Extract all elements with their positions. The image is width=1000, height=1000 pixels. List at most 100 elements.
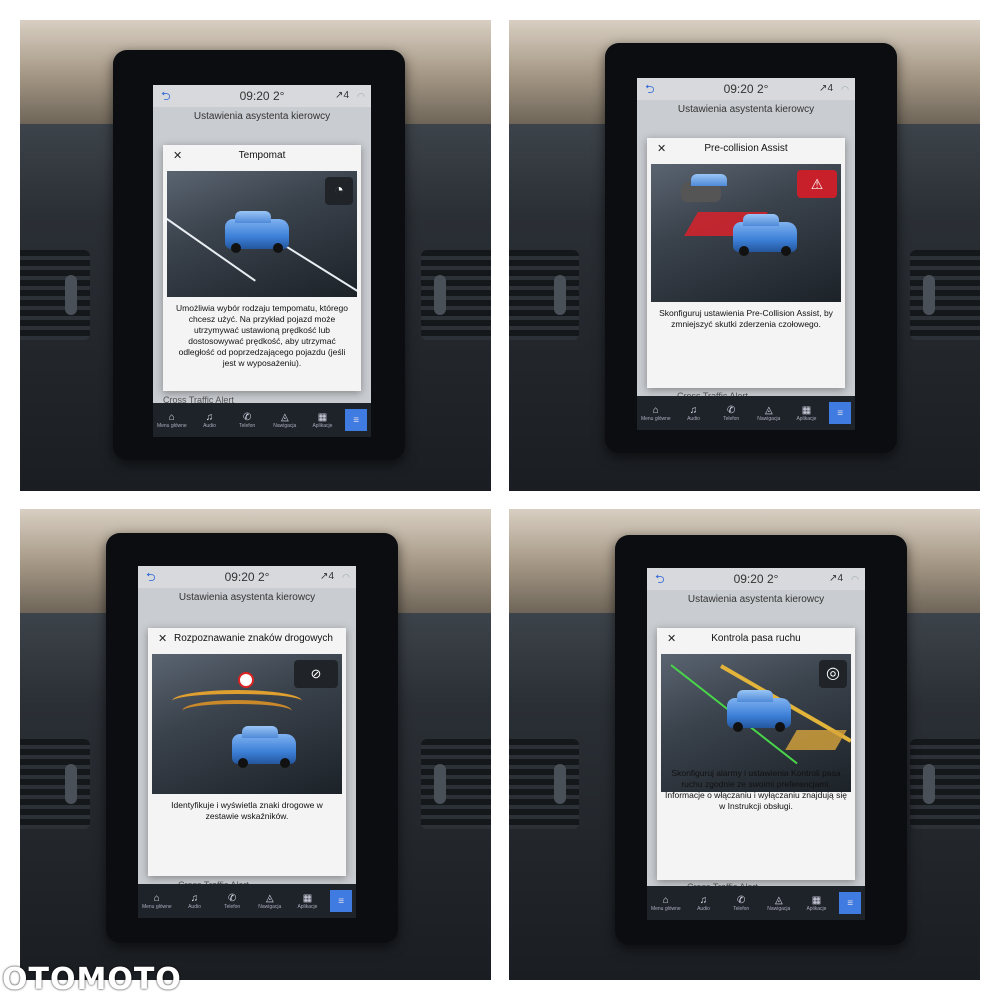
dialog-description: Skonfiguruj ustawienia Pre-Collision Ass… <box>659 308 833 329</box>
phone-icon: ✆ <box>736 894 746 906</box>
nav-audio[interactable]: ♫ Audio <box>688 895 718 912</box>
apps-grid-icon: ▦ <box>317 411 328 423</box>
nav-home[interactable]: ⌂ Menu główne <box>651 895 681 912</box>
nav-home[interactable]: ⌂ Menu główne <box>142 893 172 910</box>
signal-icon: ↗4 <box>335 90 349 101</box>
nav-apps[interactable]: ▦ Aplikacje <box>801 895 831 912</box>
home-icon: ⌂ <box>153 892 160 904</box>
nav-audio[interactable]: ♫ Audio <box>179 893 209 910</box>
dialog-header: ✕ Rozpoznawanie znaków drogowych <box>148 628 346 650</box>
page-title: Ustawienia asystenta kierowcy <box>193 111 331 122</box>
dialog-header: ✕ Tempomat <box>163 145 361 167</box>
signal-icon: ↗4 <box>819 83 833 94</box>
nav-audio[interactable]: ♫ Audio <box>194 412 224 429</box>
photo-panel-cruise-control: ⮌ 09:20 2° ↗4 ◠ Ustawienia asystenta kie… <box>20 20 491 491</box>
collision-warning-icon: ⚠ <box>797 170 837 198</box>
page-title: Ustawienia asystenta kierowcy <box>687 594 825 605</box>
menu-icon: ≡ <box>847 897 854 909</box>
nav-apps[interactable]: ▦ Aplikacje <box>307 412 337 429</box>
vehicle-image <box>225 211 289 253</box>
close-icon[interactable]: ✕ <box>657 138 666 160</box>
nav-phone[interactable]: ✆ Telefon <box>232 412 262 429</box>
wifi-icon: ◠ <box>357 91 365 101</box>
dialog-title: Kontrola pasa ruchu <box>711 633 801 644</box>
nav-navigation[interactable]: ◬ Nawigacja <box>754 405 784 422</box>
back-icon[interactable]: ⮌ <box>146 566 156 588</box>
temperature: 2° <box>257 570 270 584</box>
menu-button[interactable]: ≡ <box>330 890 353 912</box>
photo-panel-pre-collision: ⮌ 09:20 2° ↗4 ◠ Ustawienia asystenta kie… <box>509 20 980 491</box>
speedometer-icon: ◔ <box>325 177 353 205</box>
vent-knob <box>65 764 77 804</box>
home-icon: ⌂ <box>662 894 669 906</box>
clock: 09:20 <box>239 89 270 103</box>
menu-button[interactable]: ≡ <box>839 892 862 914</box>
nav-apps[interactable]: ▦ Aplikacje <box>292 893 322 910</box>
bottom-nav: ⌂ Menu główne ♫ Audio ✆ Telefon ◬ Nawigacja … <box>647 886 865 920</box>
vent-knob <box>923 764 935 804</box>
vehicle-image <box>733 214 797 256</box>
back-icon[interactable]: ⮌ <box>645 78 655 100</box>
vent-knob <box>923 275 935 315</box>
menu-icon: ≡ <box>353 414 360 426</box>
nav-phone[interactable]: ✆ Telefon <box>726 895 756 912</box>
vent-knob <box>434 764 446 804</box>
navigation-icon: ◬ <box>280 411 289 423</box>
infotainment-screen: ⮌ 09:20 2° ↗4 ◠ Ustawienia asystenta kie… <box>647 568 865 920</box>
bottom-nav: ⌂ Menu główne ♫ Audio ✆ Telefon ◬ Nawigacja … <box>637 396 855 430</box>
nav-audio[interactable]: ♫ Audio <box>678 405 708 422</box>
vent-knob <box>554 764 566 804</box>
wifi-icon: ◠ <box>851 574 859 584</box>
infotainment-screen: ⮌ 09:20 2° ↗4 ◠ Ustawienia asystenta kie… <box>138 566 356 918</box>
vent-knob <box>434 275 446 315</box>
dialog-title: Tempomat <box>238 150 286 161</box>
temperature: 2° <box>272 89 285 103</box>
temperature: 2° <box>756 82 769 96</box>
nav-navigation[interactable]: ◬ Nawigacja <box>764 895 794 912</box>
vehicle-image <box>727 690 791 732</box>
music-icon: ♫ <box>699 894 708 906</box>
music-icon: ♫ <box>205 411 214 423</box>
air-vent-right <box>910 739 980 829</box>
photo-panel-traffic-sign-recognition: ⮌ 09:20 2° ↗4 ◠ Ustawienia asystenta kie… <box>20 509 491 980</box>
info-dialog: ✕ Pre-collision Assist ⚠ Skonfiguruj ust… <box>647 138 845 388</box>
status-bar: ⮌ 09:20 2° ↗4 ◠ <box>637 78 855 100</box>
music-icon: ♫ <box>190 892 199 904</box>
menu-icon: ≡ <box>338 895 345 907</box>
nav-navigation[interactable]: ◬ Nawigacja <box>270 412 300 429</box>
status-bar: ⮌ 09:20 2° ↗4 ◠ <box>647 568 865 590</box>
infotainment-screen: ⮌ 09:20 2° ↗4 ◠ Ustawienia asystenta kie… <box>637 78 855 430</box>
back-icon[interactable]: ⮌ <box>161 85 171 107</box>
navigation-icon: ◬ <box>774 894 783 906</box>
close-icon[interactable]: ✕ <box>667 628 676 650</box>
dialog-description: Identyfikuje i wyświetla znaki drogowe w… <box>171 800 323 821</box>
air-vent-left <box>509 739 579 829</box>
close-icon[interactable]: ✕ <box>158 628 167 650</box>
home-icon: ⌂ <box>168 411 175 423</box>
signal-icon: ↗4 <box>829 573 843 584</box>
wifi-icon: ◠ <box>841 84 849 94</box>
wifi-icon: ◠ <box>342 572 350 582</box>
menu-button[interactable]: ≡ <box>345 409 368 431</box>
menu-button[interactable]: ≡ <box>829 402 852 424</box>
speed-sign <box>238 672 254 688</box>
nav-phone[interactable]: ✆ Telefon <box>217 893 247 910</box>
clock: 09:20 <box>723 82 754 96</box>
nav-home[interactable]: ⌂ Menu główne <box>157 412 187 429</box>
nav-phone[interactable]: ✆ Telefon <box>716 405 746 422</box>
air-vent-right <box>421 250 491 340</box>
dialog-description: Umożliwia wybór rodzaju tempomatu, które… <box>176 303 348 368</box>
info-dialog: ✕ Kontrola pasa ruchu ◎ Skonfiguruj alar… <box>657 628 855 880</box>
nav-navigation[interactable]: ◬ Nawigacja <box>255 893 285 910</box>
nav-apps[interactable]: ▦ Aplikacje <box>791 405 821 422</box>
feature-illustration: ◔ <box>167 171 357 297</box>
back-icon[interactable]: ⮌ <box>655 568 665 590</box>
temperature: 2° <box>766 572 779 586</box>
air-vent-left <box>20 250 90 340</box>
speed-sign-icon: ⊘ <box>294 660 338 688</box>
nav-home[interactable]: ⌂ Menu główne <box>641 405 671 422</box>
close-icon[interactable]: ✕ <box>173 145 182 167</box>
feature-illustration: ⚠ <box>651 164 841 302</box>
status-bar: ⮌ 09:20 2° ↗4 ◠ <box>138 566 356 588</box>
vent-knob <box>554 275 566 315</box>
